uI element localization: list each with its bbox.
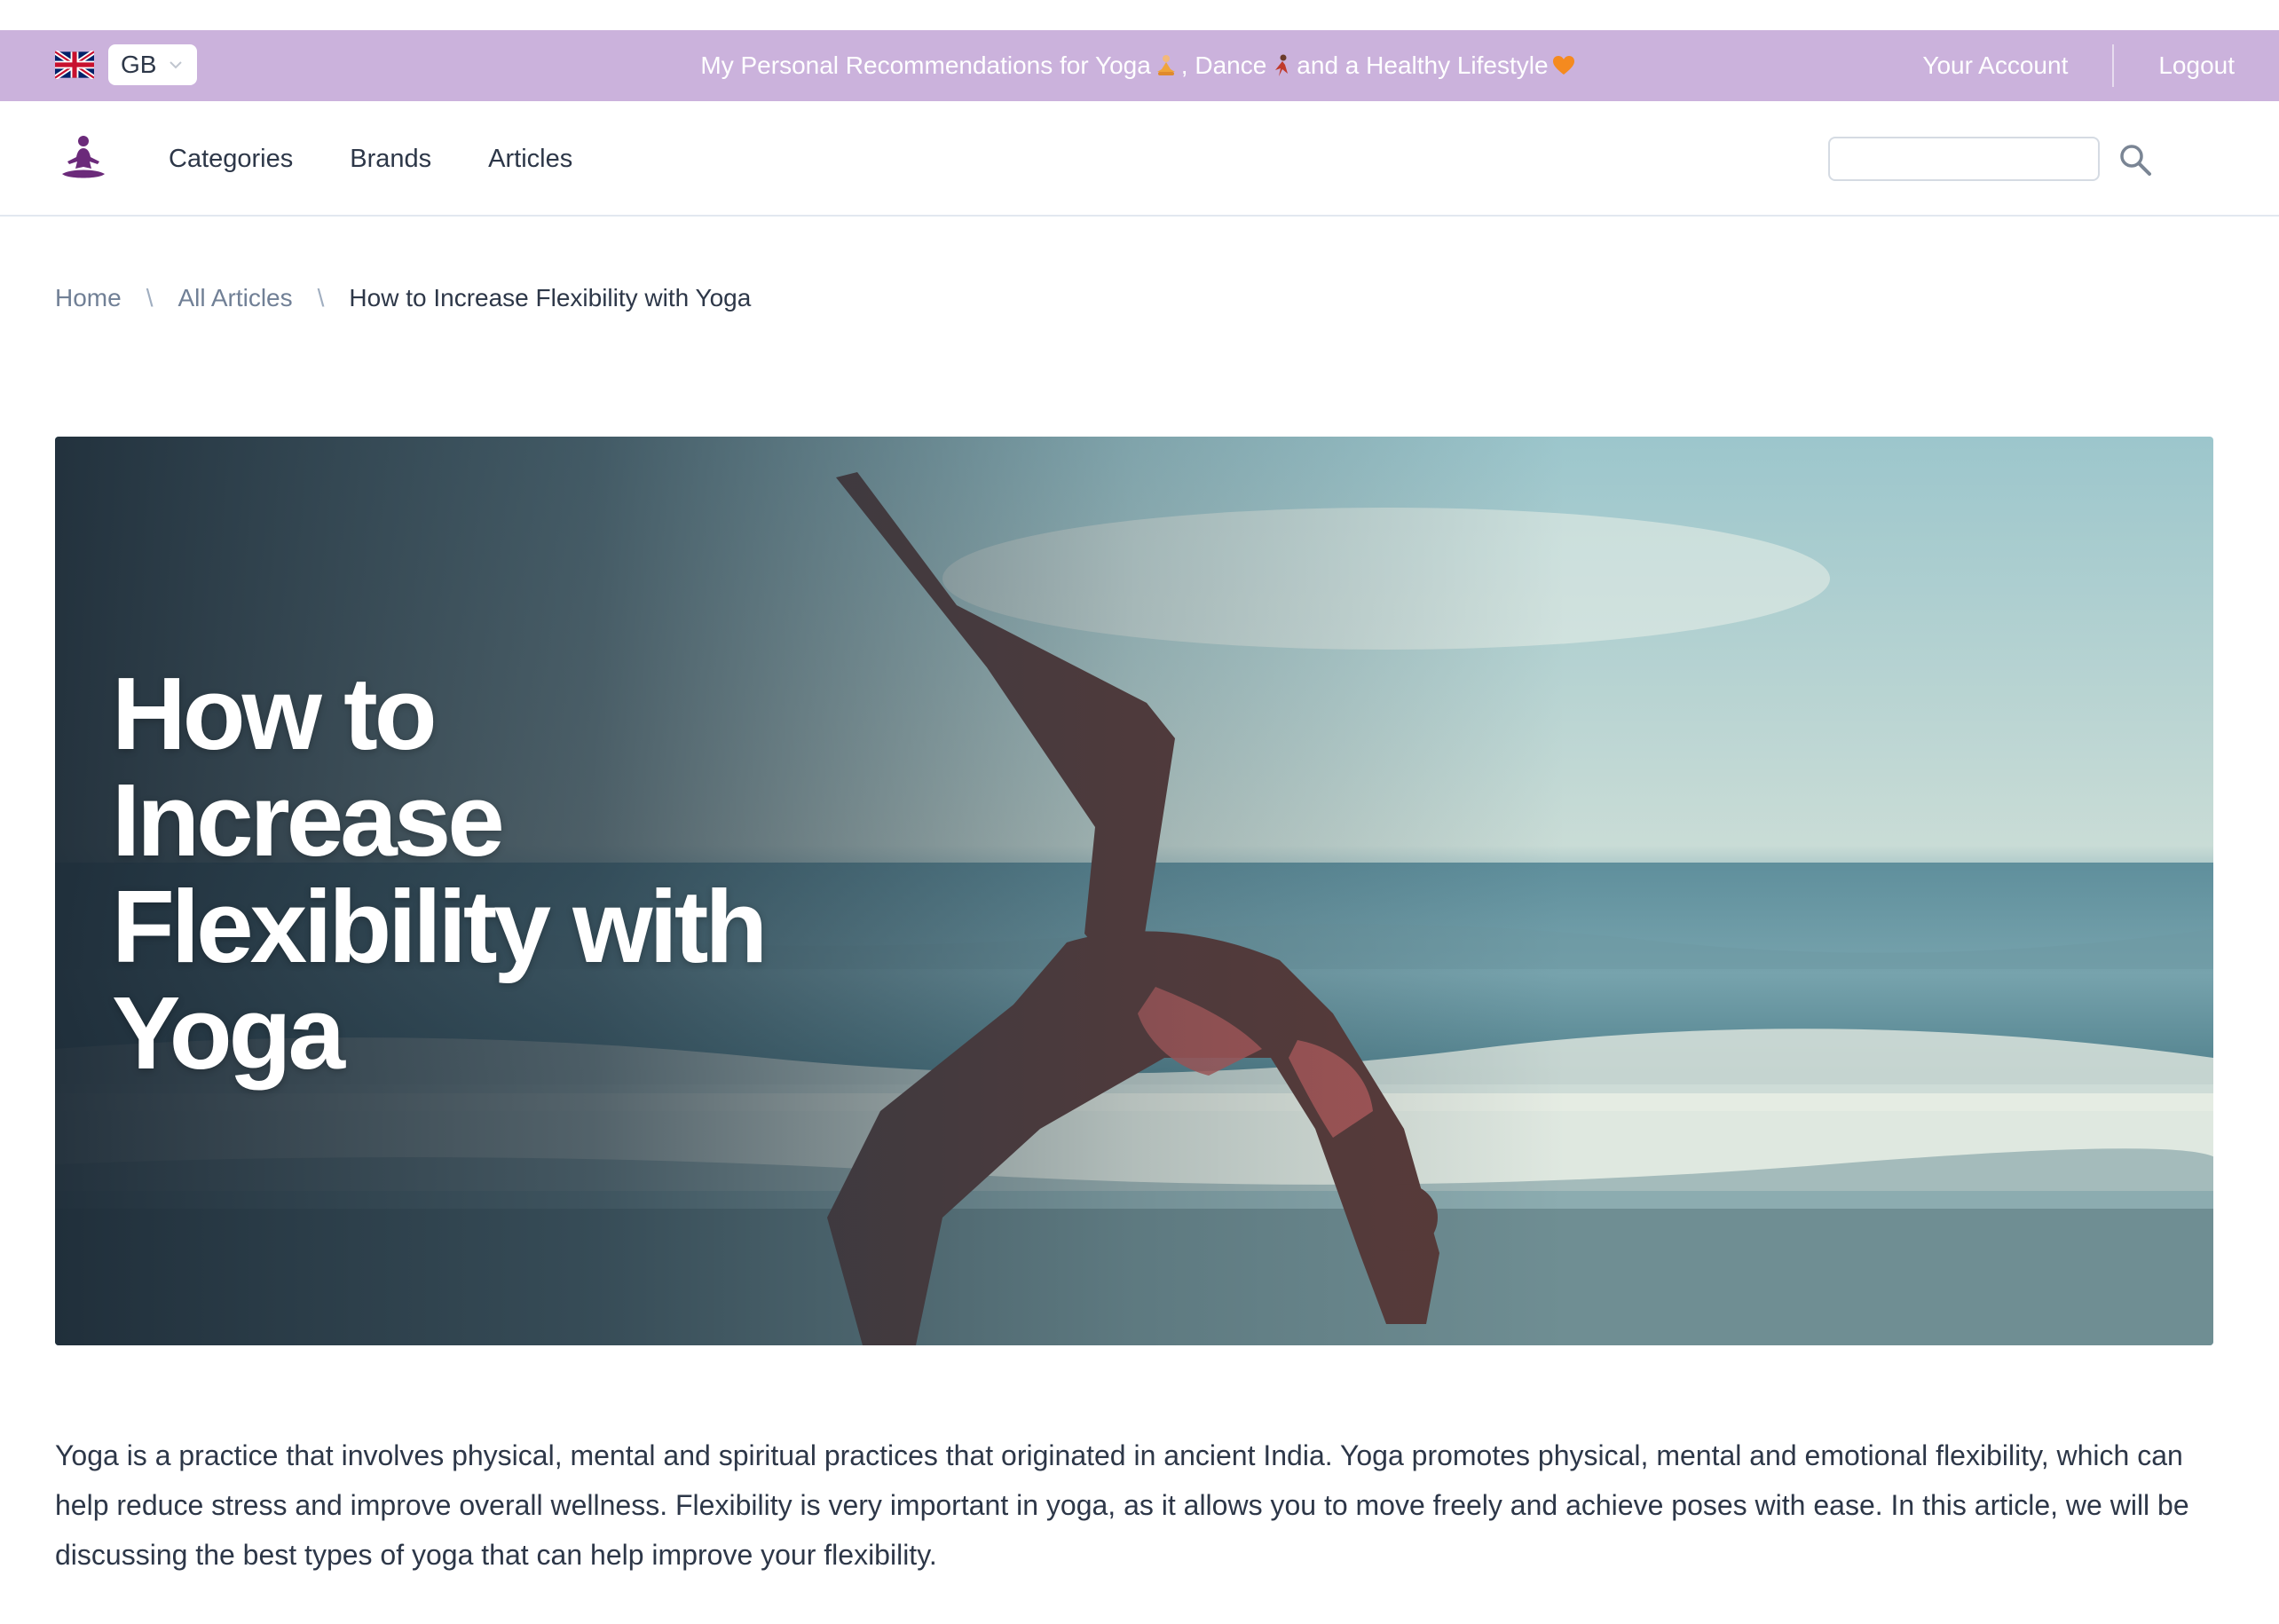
nav-articles[interactable]: Articles [488,145,572,174]
main-navigation: Categories Brands Articles [0,101,2279,217]
nav-categories[interactable]: Categories [169,145,293,174]
article-intro: Yoga is a practice that involves physica… [55,1439,2189,1571]
breadcrumb-home[interactable]: Home [55,284,122,312]
chevron-down-icon [170,61,183,69]
yoga-emoji-icon [1156,55,1175,75]
logout-link[interactable]: Logout [2114,51,2279,80]
breadcrumb-all-articles[interactable]: All Articles [177,284,292,312]
country-select-value: GB [121,51,157,78]
locale-selector: GB [55,44,197,85]
uk-flag-icon [55,51,94,79]
promo-bar: My Personal Recommendations for Yoga , D… [0,30,2279,101]
hero-banner: How to Increase Flexibility with Yoga [55,437,2213,1345]
orange-heart-icon [1552,56,1574,75]
search-input[interactable] [1828,137,2100,181]
promo-text-dance: , Dance [1180,51,1267,79]
account-links: Your Account Logout [1878,30,2279,101]
yoga-logo-icon[interactable] [59,135,108,183]
hero-title: How to Increase Flexibility with Yoga [112,656,768,1091]
primary-nav: Categories Brands Articles [169,101,629,217]
promo-text-yoga: My Personal Recommendations for Yoga [700,51,1151,79]
breadcrumb-separator: \ [317,284,325,311]
your-account-link[interactable]: Your Account [1878,51,2112,80]
promo-text-lifestyle: and a Healthy Lifestyle [1297,51,1549,79]
country-select[interactable]: GB [108,44,197,85]
nav-brands[interactable]: Brands [350,145,431,174]
breadcrumb-separator: \ [146,284,154,311]
breadcrumb: Home \ All Articles \ How to Increase Fl… [55,284,751,312]
search-icon[interactable] [2117,142,2153,177]
dancer-emoji-icon [1275,54,1289,76]
breadcrumb-current: How to Increase Flexibility with Yoga [349,284,752,311]
